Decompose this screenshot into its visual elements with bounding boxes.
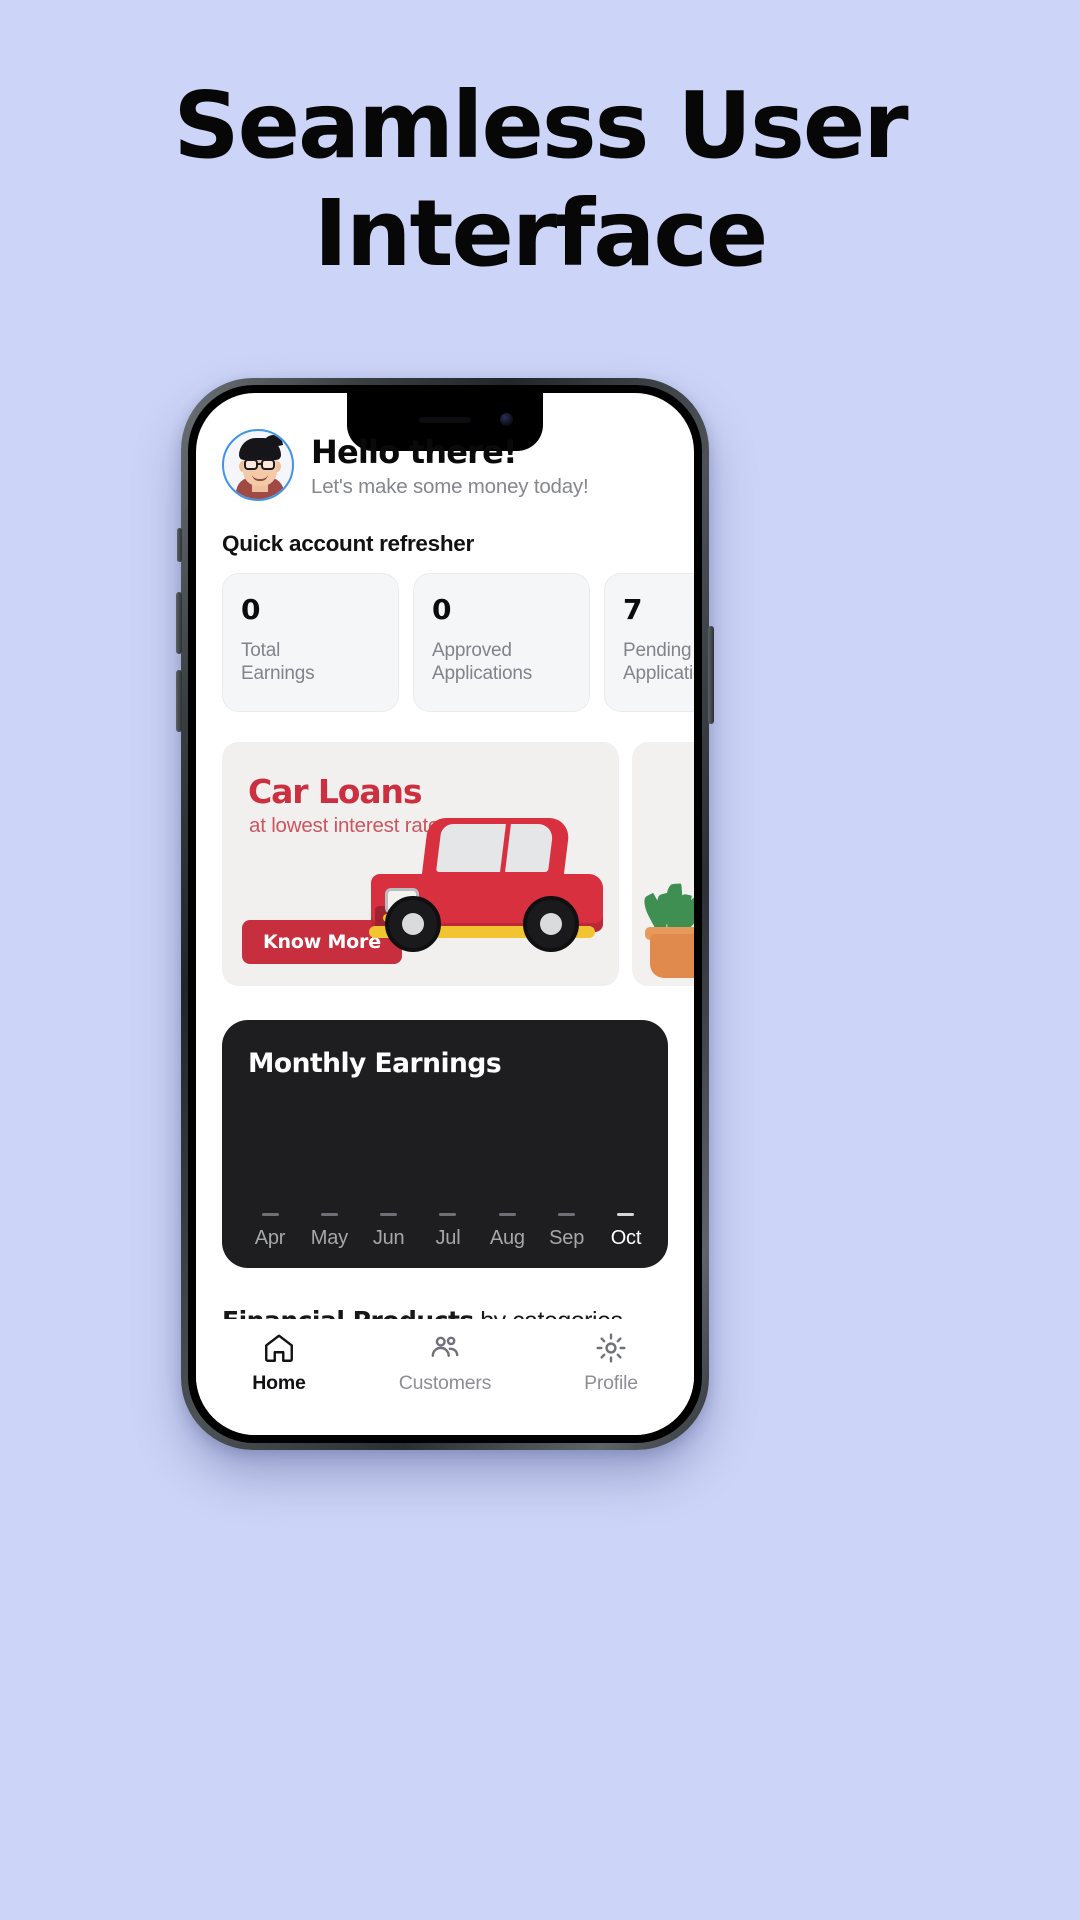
chart-bar-label: Sep	[549, 1227, 585, 1249]
red-car-icon	[363, 808, 619, 958]
avatar-glasses-right	[261, 459, 275, 470]
quick-account-section-title: Quick account refresher	[222, 531, 474, 556]
chart-bar-label: Jul	[435, 1227, 461, 1249]
promo-banner-scroller[interactable]: Car Loans at lowest interest rates. Know…	[196, 712, 694, 986]
chart-bar-column[interactable]: Aug	[481, 1213, 533, 1250]
nav-label: Home	[252, 1372, 306, 1394]
car-wheel-front	[385, 896, 441, 952]
stat-value: 0	[432, 593, 452, 626]
chart-bar-label: May	[310, 1227, 348, 1249]
promo-banner-secondary[interactable]	[632, 742, 694, 986]
stat-cards-scroller[interactable]: 0 Total Earnings 0 Approved Applications	[196, 557, 694, 712]
monthly-earnings-chart: Apr May Jun Jul Aug Sep Oct	[244, 1213, 652, 1250]
chart-bar-column[interactable]: Jul	[422, 1213, 474, 1250]
stat-label-line1: Pending	[623, 640, 692, 661]
stat-label-line2: Applications	[623, 663, 694, 684]
nav-item-profile[interactable]: Profile	[551, 1331, 671, 1395]
bottom-navigation-bar: Home Customers Profile	[196, 1319, 694, 1435]
chart-bar-column[interactable]: Apr	[244, 1213, 296, 1250]
monthly-earnings-title: Monthly Earnings	[248, 1048, 502, 1079]
greeting-block: Hello there! Let's make some money today…	[311, 432, 589, 499]
chart-bar	[320, 1213, 338, 1216]
chart-bar-column-active[interactable]: Oct	[600, 1213, 652, 1250]
stat-label-line2: Applications	[432, 663, 533, 684]
chart-bar	[617, 1213, 635, 1216]
page-headline: Seamless User Interface	[0, 72, 1080, 288]
chart-bar-label: Apr	[254, 1227, 286, 1249]
avatar-hair-quiff	[262, 433, 284, 449]
avatar-glasses-bridge	[257, 463, 262, 465]
car-wheel-rear	[523, 896, 579, 952]
stat-value: 0	[241, 593, 261, 626]
stat-card-total-earnings[interactable]: 0 Total Earnings	[222, 573, 399, 712]
home-icon	[265, 1334, 293, 1362]
chart-bar	[498, 1213, 516, 1216]
chart-bar-column[interactable]: May	[303, 1213, 355, 1250]
chart-bar-label: Jun	[372, 1227, 405, 1249]
monthly-earnings-card: Monthly Earnings Apr May Jun Jul Aug Sep…	[222, 1020, 668, 1268]
stat-card-pending-applications[interactable]: 7 Pending Applications	[604, 573, 694, 712]
phone-bezel: Hello there! Let's make some money today…	[188, 385, 702, 1443]
nav-item-home[interactable]: Home	[219, 1331, 339, 1395]
memoji-avatar-icon[interactable]	[222, 429, 294, 501]
app-header: Hello there! Let's make some money today…	[196, 393, 694, 501]
chart-bar	[261, 1213, 279, 1216]
nav-item-customers[interactable]: Customers	[385, 1331, 505, 1395]
chart-bar-column[interactable]: Jun	[363, 1213, 415, 1250]
gear-icon	[596, 1333, 626, 1363]
stat-label-line1: Total	[241, 640, 281, 661]
mute-switch[interactable]	[177, 528, 182, 562]
headline-line-2: Interface	[313, 180, 769, 287]
stat-label: Pending Applications	[623, 639, 694, 685]
nav-label: Customers	[398, 1372, 492, 1394]
people-icon	[431, 1336, 459, 1357]
app-content: Hello there! Let's make some money today…	[196, 393, 694, 1435]
stat-card-approved-applications[interactable]: 0 Approved Applications	[413, 573, 590, 712]
potted-plant-icon	[650, 934, 694, 978]
avatar-glasses-left	[244, 459, 258, 470]
chart-bar-label: Aug	[489, 1227, 525, 1249]
phone-mockup: Hello there! Let's make some money today…	[176, 378, 714, 1450]
stat-label-line2: Earnings	[241, 663, 315, 684]
stat-label: Approved Applications	[432, 639, 571, 685]
stat-label: Total Earnings	[241, 639, 380, 685]
chart-bar	[380, 1213, 398, 1216]
car-window-shape	[436, 824, 554, 872]
volume-down-button[interactable]	[176, 670, 182, 732]
nav-label: Profile	[584, 1372, 638, 1394]
stat-value: 7	[623, 593, 643, 626]
promo-banner-car-loans[interactable]: Car Loans at lowest interest rates. Know…	[222, 742, 619, 986]
promo-title: Car Loans	[248, 772, 423, 811]
greeting-title: Hello there!	[311, 432, 518, 471]
power-button[interactable]	[708, 626, 714, 724]
chart-bar	[558, 1213, 576, 1216]
chart-bar-label: Oct	[610, 1227, 642, 1249]
greeting-subtitle: Let's make some money today!	[311, 474, 589, 498]
headline-line-1: Seamless User	[173, 72, 908, 179]
volume-up-button[interactable]	[176, 592, 182, 654]
stat-label-line1: Approved	[432, 640, 512, 661]
chart-bar	[439, 1213, 457, 1216]
chart-bar-column[interactable]: Sep	[541, 1213, 593, 1250]
phone-screen: Hello there! Let's make some money today…	[196, 393, 694, 1435]
